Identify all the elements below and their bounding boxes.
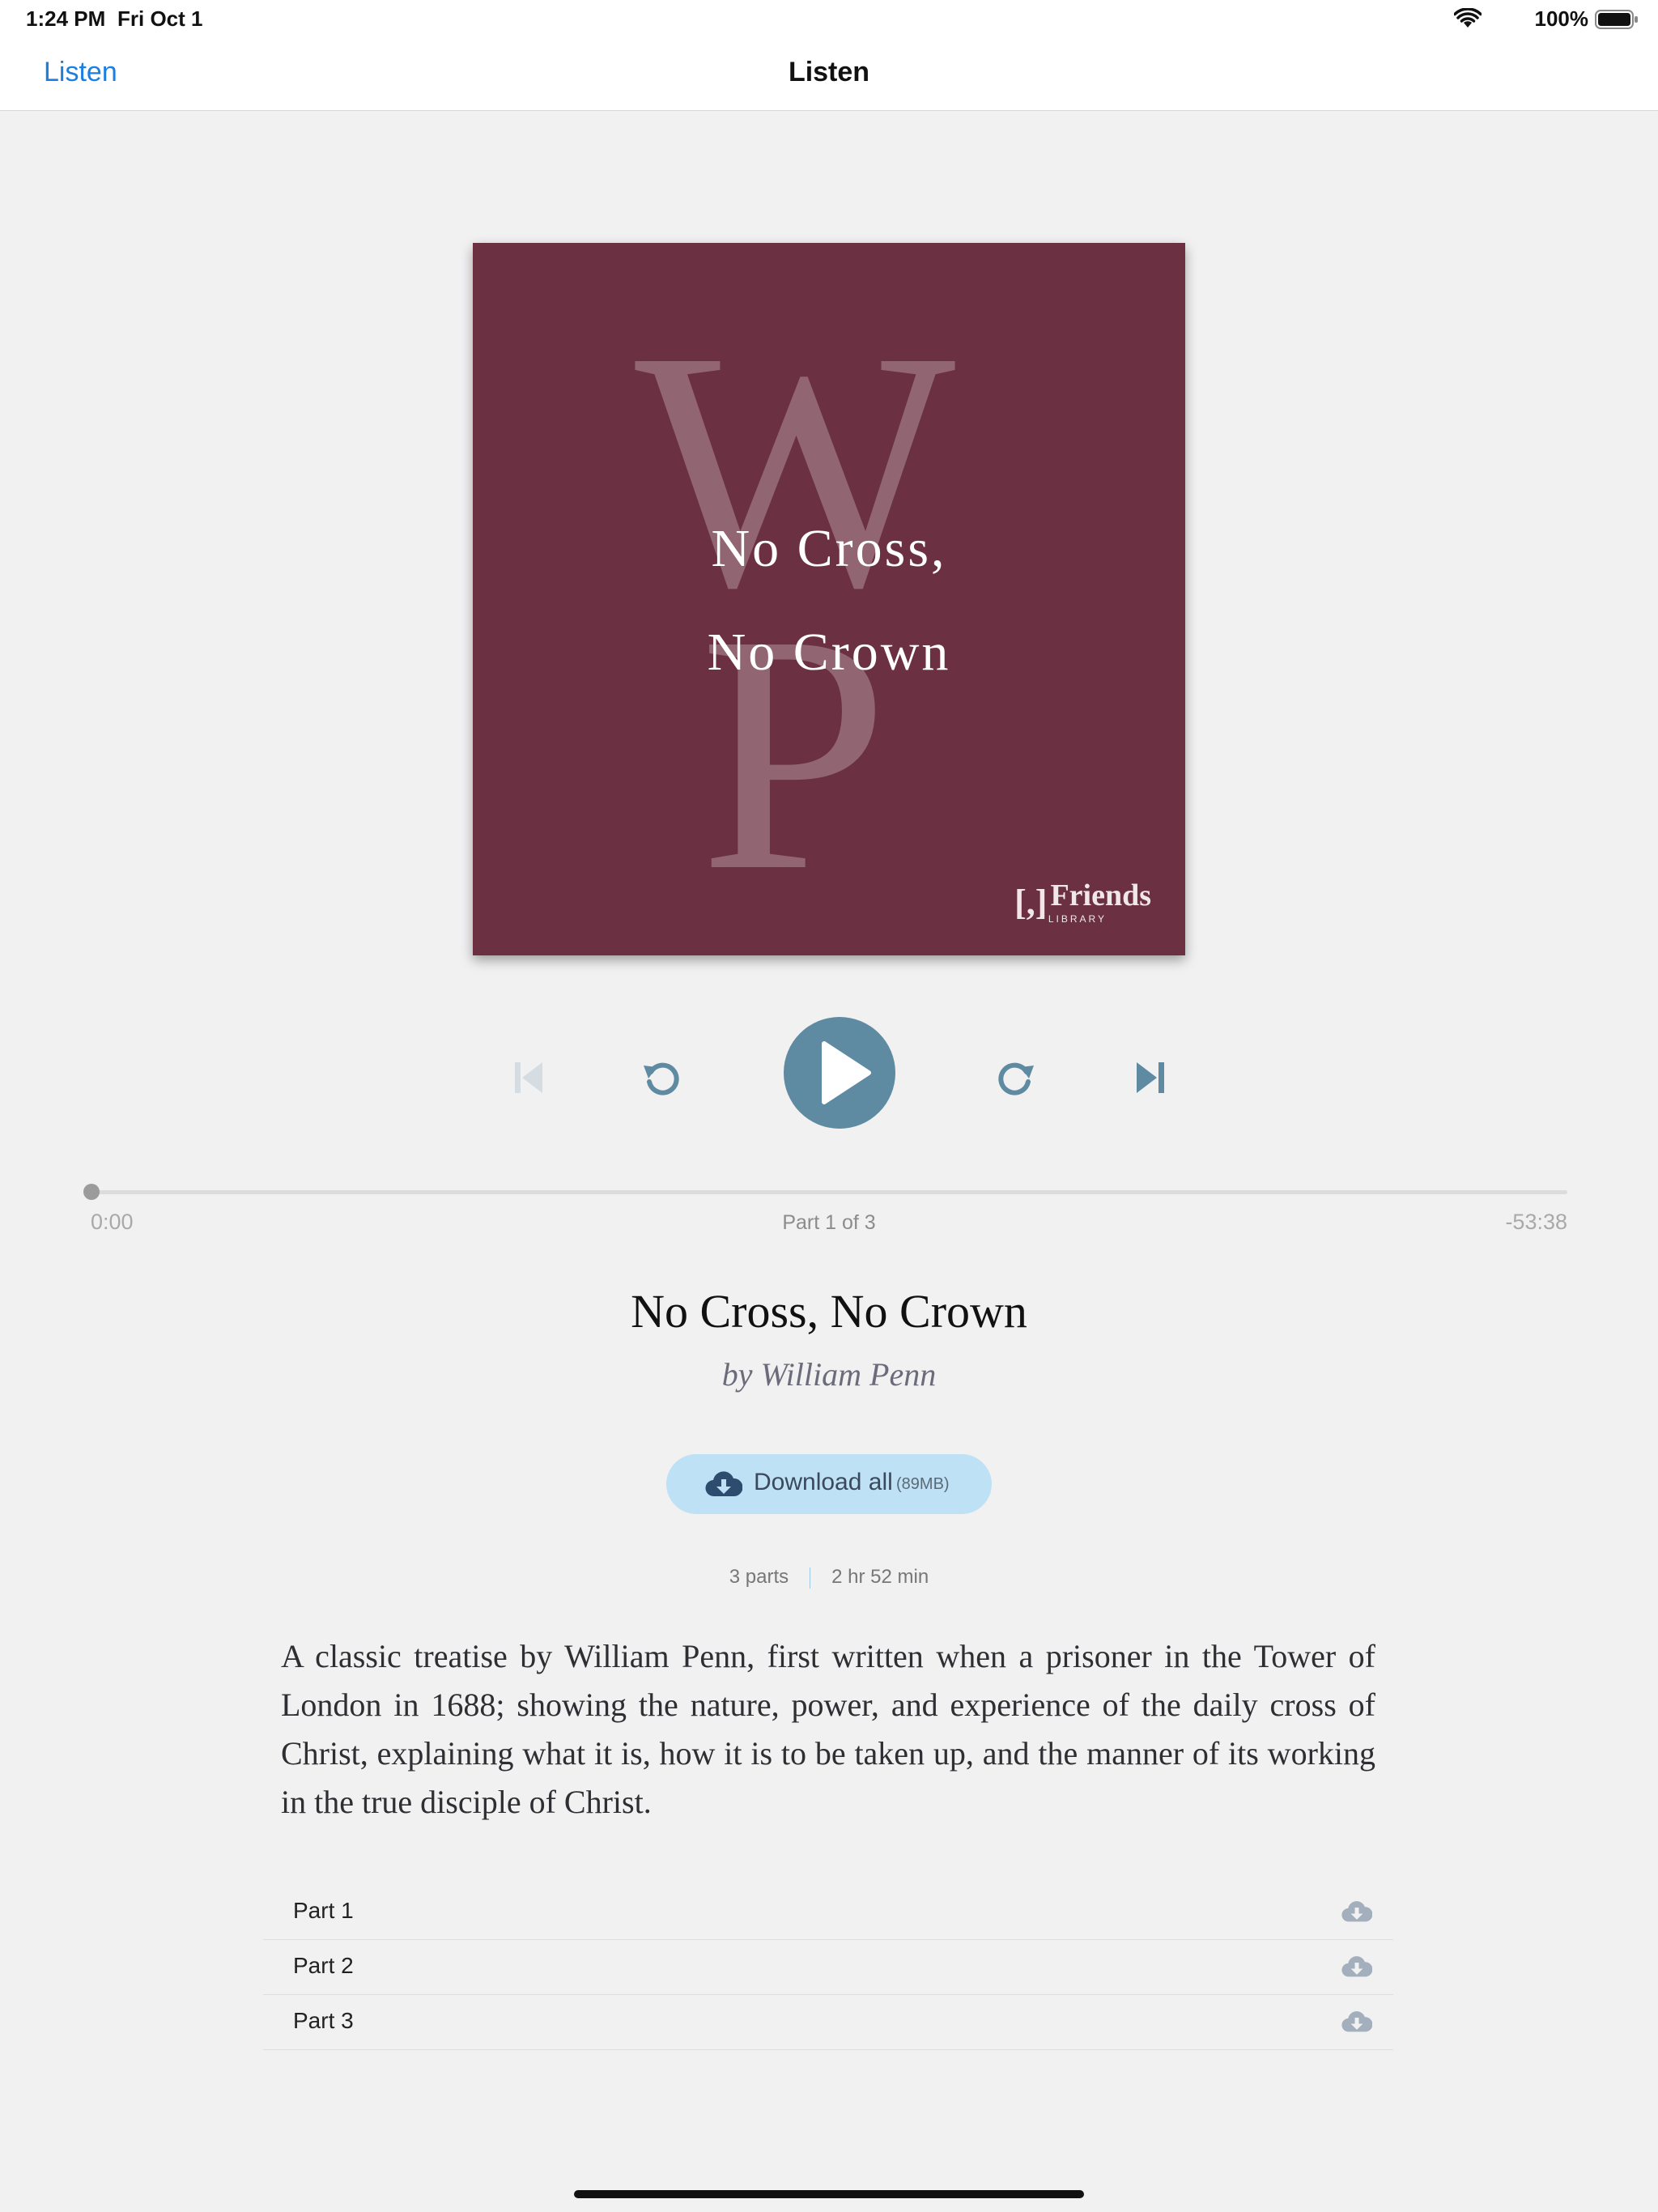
skip-previous-icon[interactable] xyxy=(512,1057,547,1098)
download-all-size: (89MB) xyxy=(896,1475,950,1493)
part-label: Part 3 xyxy=(293,2008,354,2033)
book-title: No Cross, No Crown xyxy=(631,1285,1027,1338)
part-row[interactable]: Part 2 xyxy=(263,1940,1393,1995)
current-part-label: Part 1 of 3 xyxy=(782,1211,876,1234)
status-date: Fri Oct 1 xyxy=(117,6,203,31)
progress-thumb[interactable] xyxy=(83,1184,100,1200)
logo-mark: [,] xyxy=(1014,883,1048,922)
skip-next-icon[interactable] xyxy=(1132,1057,1167,1098)
cloud-download-icon[interactable] xyxy=(1341,1955,1372,1979)
cloud-download-icon[interactable] xyxy=(1341,1899,1372,1924)
parts-count: 3 parts xyxy=(729,1566,789,1588)
play-button[interactable] xyxy=(784,1017,895,1129)
parts-list: Part 1 Part 2 Part 3 xyxy=(263,1885,1393,2050)
cover-art: W P No Cross, No Crown [,] Friends LIBRA… xyxy=(473,243,1185,955)
cover-title-line2: No Crown xyxy=(707,623,951,682)
wifi-icon xyxy=(1454,8,1482,28)
download-all-button[interactable]: Download all (89MB) xyxy=(666,1454,992,1514)
rewind-icon[interactable] xyxy=(641,1057,682,1098)
book-description: A classic treatise by William Penn, firs… xyxy=(281,1638,1375,1820)
battery-icon xyxy=(1595,10,1638,29)
part-row[interactable]: Part 3 xyxy=(263,1995,1393,2050)
battery-percent: 100% xyxy=(1534,6,1589,31)
status-time: 1:24 PM xyxy=(26,6,106,31)
total-duration: 2 hr 52 min xyxy=(831,1566,929,1588)
cloud-download-icon xyxy=(705,1471,742,1497)
book-author: by William Penn xyxy=(721,1356,937,1393)
logo-subtitle: LIBRARY xyxy=(1048,913,1107,925)
friends-library-logo: [,] Friends LIBRARY xyxy=(1014,878,1151,925)
book-meta: 3 parts 2 hr 52 min xyxy=(0,1566,1658,1589)
download-all-label: Download all xyxy=(754,1469,893,1495)
home-indicator xyxy=(574,2190,1084,2198)
remaining-time: -53:38 xyxy=(1505,1210,1567,1234)
progress-track[interactable] xyxy=(91,1190,1567,1194)
page-title: Listen xyxy=(788,57,870,87)
logo-name: Friends xyxy=(1050,878,1151,913)
part-row[interactable]: Part 1 xyxy=(263,1885,1393,1940)
play-icon xyxy=(822,1041,871,1104)
cloud-download-icon[interactable] xyxy=(1341,2010,1372,2034)
part-label: Part 1 xyxy=(293,1898,354,1923)
fast-forward-icon[interactable] xyxy=(996,1057,1036,1098)
cover-title-line1: No Cross, xyxy=(711,519,947,578)
part-label: Part 2 xyxy=(293,1953,354,1978)
status-bar xyxy=(0,0,1658,39)
